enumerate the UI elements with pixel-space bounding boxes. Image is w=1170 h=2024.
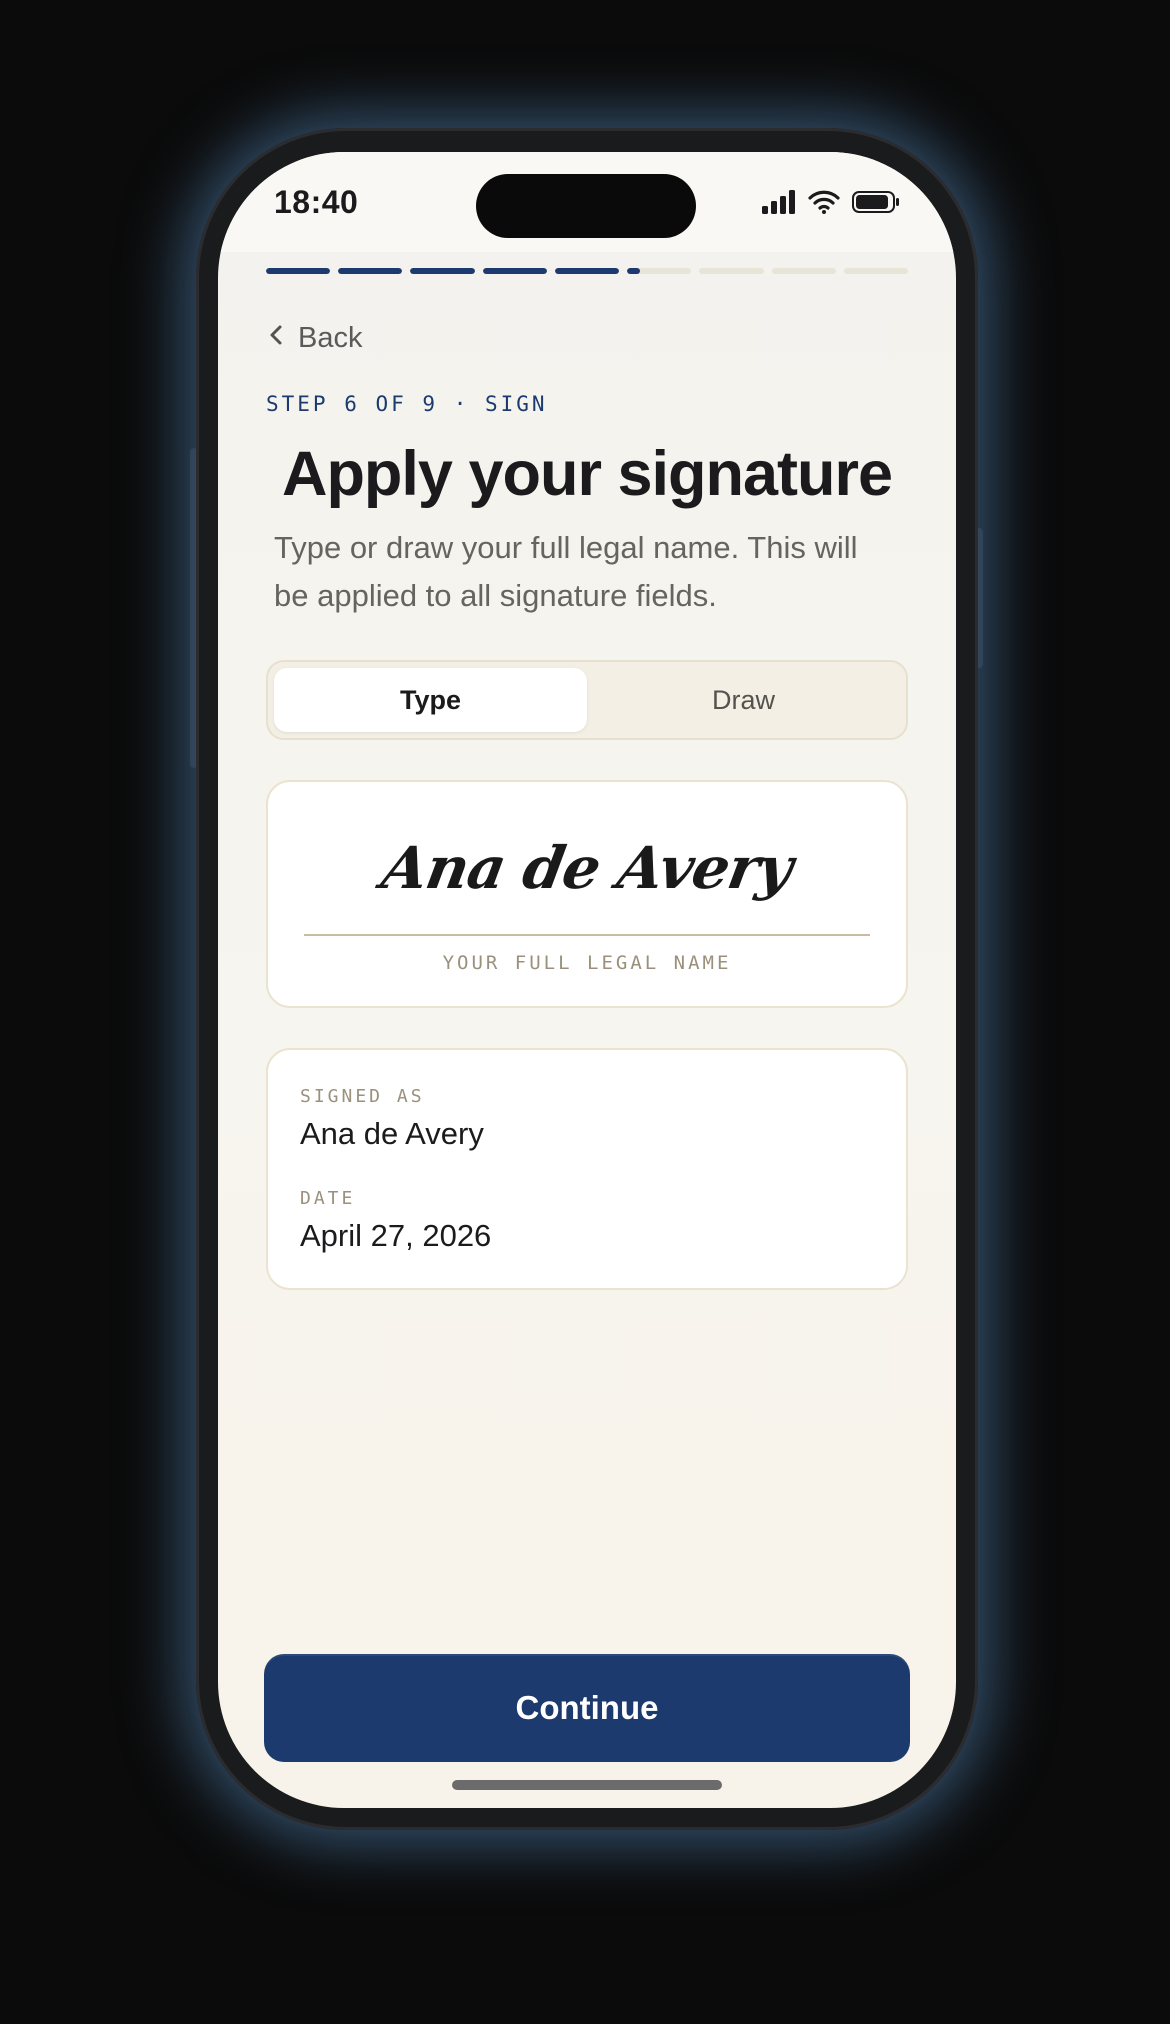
tab-type[interactable]: Type — [274, 668, 587, 732]
signed-as-label: SIGNED AS — [300, 1086, 425, 1107]
progress-segment — [482, 268, 547, 274]
signature-preview[interactable]: Ana de Avery — [262, 834, 912, 902]
home-indicator — [452, 1780, 722, 1790]
dynamic-island — [476, 174, 696, 238]
cellular-signal-icon — [762, 190, 796, 219]
back-button[interactable]: Back — [268, 322, 362, 355]
wifi-icon — [808, 190, 840, 219]
date-value: April 27, 2026 — [300, 1218, 492, 1253]
back-label: Back — [298, 322, 363, 354]
progress-segment-fill — [266, 268, 331, 274]
signed-as-value: Ana de Avery — [300, 1116, 484, 1151]
progress-segment — [627, 268, 692, 274]
step-progress-bar — [266, 268, 908, 274]
chevron-left-icon — [268, 322, 284, 355]
step-indicator: STEP 6 OF 9 · SIGN — [266, 392, 548, 416]
progress-segment-fill — [482, 268, 547, 274]
progress-segment — [410, 268, 475, 274]
signature-input-card[interactable]: Ana de Avery YOUR FULL LEGAL NAME — [266, 780, 908, 1008]
progress-segment — [771, 268, 836, 274]
status-bar: 18:40 — [218, 152, 956, 252]
page-title: Apply your signature — [281, 439, 893, 509]
progress-segment-fill — [627, 268, 640, 274]
signature-caption: YOUR FULL LEGAL NAME — [442, 952, 732, 974]
progress-segment-fill — [554, 268, 620, 274]
tab-draw[interactable]: Draw — [587, 668, 900, 732]
progress-segment — [338, 268, 403, 274]
continue-button[interactable]: Continue — [264, 1654, 910, 1762]
page-subtitle: Type or draw your full legal name. This … — [274, 530, 858, 613]
signature-summary-card: SIGNED AS Ana de Avery DATE April 27, 20… — [266, 1048, 908, 1290]
status-time: 18:40 — [274, 184, 359, 220]
progress-segment-fill — [338, 268, 403, 274]
status-icons — [762, 190, 900, 219]
progress-segment — [266, 268, 331, 274]
progress-segment — [554, 268, 620, 274]
signature-mode-toggle: Type Draw — [266, 660, 908, 740]
progress-segment-fill — [410, 268, 475, 274]
signature-baseline — [304, 934, 870, 936]
progress-segment — [843, 268, 908, 274]
battery-icon — [852, 190, 900, 219]
date-label: DATE — [300, 1188, 356, 1209]
progress-segment — [699, 268, 764, 274]
screen: 18:40 Back STEP 6 OF 9 · SIGN Apply your… — [218, 152, 956, 1808]
stage: 18:40 Back STEP 6 OF 9 · SIGN Apply your… — [0, 0, 1170, 2024]
